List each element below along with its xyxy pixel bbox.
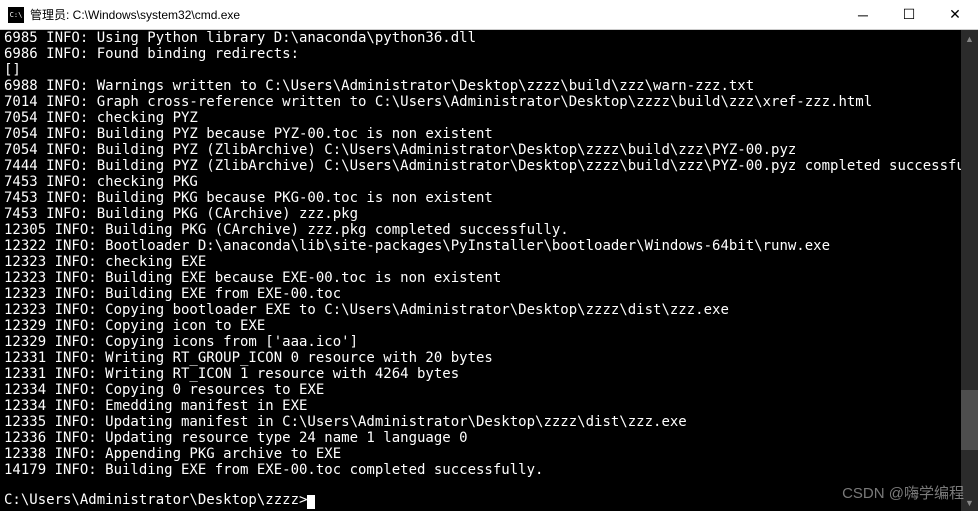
window-titlebar: 管理员: C:\Windows\system32\cmd.exe ─ ☐ ✕ bbox=[0, 0, 978, 30]
maximize-button[interactable]: ☐ bbox=[886, 0, 932, 30]
output-line: 12334 INFO: Emedding manifest in EXE bbox=[4, 398, 974, 414]
output-line: 12331 INFO: Writing RT_ICON 1 resource w… bbox=[4, 366, 974, 382]
output-line: 6986 INFO: Found binding redirects: bbox=[4, 46, 974, 62]
output-line: 7453 INFO: Building PKG because PKG-00.t… bbox=[4, 190, 974, 206]
output-line: 7054 INFO: Building PYZ because PYZ-00.t… bbox=[4, 126, 974, 142]
output-line: 12323 INFO: Building EXE from EXE-00.toc bbox=[4, 286, 974, 302]
output-line: 12329 INFO: Copying icon to EXE bbox=[4, 318, 974, 334]
output-line: 12335 INFO: Updating manifest in C:\User… bbox=[4, 414, 974, 430]
output-line: 12338 INFO: Appending PKG archive to EXE bbox=[4, 446, 974, 462]
output-line: 12331 INFO: Writing RT_GROUP_ICON 0 reso… bbox=[4, 350, 974, 366]
output-line: 12334 INFO: Copying 0 resources to EXE bbox=[4, 382, 974, 398]
vertical-scrollbar[interactable]: ▲ ▼ bbox=[961, 30, 978, 511]
scroll-down-button[interactable]: ▼ bbox=[961, 494, 978, 511]
output-line: 7014 INFO: Graph cross-reference written… bbox=[4, 94, 974, 110]
cmd-icon bbox=[8, 7, 24, 23]
output-line: 7453 INFO: checking PKG bbox=[4, 174, 974, 190]
close-button[interactable]: ✕ bbox=[932, 0, 978, 30]
output-line: 6988 INFO: Warnings written to C:\Users\… bbox=[4, 78, 974, 94]
terminal-output[interactable]: 6985 INFO: Using Python library D:\anaco… bbox=[0, 30, 978, 511]
output-line: 12323 INFO: Copying bootloader EXE to C:… bbox=[4, 302, 974, 318]
scroll-up-button[interactable]: ▲ bbox=[961, 30, 978, 47]
output-line: 12305 INFO: Building PKG (CArchive) zzz.… bbox=[4, 222, 974, 238]
cursor bbox=[307, 495, 315, 509]
minimize-button[interactable]: ─ bbox=[840, 0, 886, 30]
output-line: [] bbox=[4, 62, 974, 78]
output-line: 7054 INFO: checking PYZ bbox=[4, 110, 974, 126]
output-line: 7054 INFO: Building PYZ (ZlibArchive) C:… bbox=[4, 142, 974, 158]
window-title: 管理员: C:\Windows\system32\cmd.exe bbox=[30, 6, 240, 23]
output-line: 12322 INFO: Bootloader D:\anaconda\lib\s… bbox=[4, 238, 974, 254]
output-line: 7453 INFO: Building PKG (CArchive) zzz.p… bbox=[4, 206, 974, 222]
prompt-line[interactable]: C:\Users\Administrator\Desktop\zzzz> bbox=[4, 492, 974, 508]
prompt-text: C:\Users\Administrator\Desktop\zzzz> bbox=[4, 492, 307, 508]
output-line: 12323 INFO: checking EXE bbox=[4, 254, 974, 270]
output-line: 14179 INFO: Building EXE from EXE-00.toc… bbox=[4, 462, 974, 478]
output-line: 6985 INFO: Using Python library D:\anaco… bbox=[4, 30, 974, 46]
output-line: 12329 INFO: Copying icons from ['aaa.ico… bbox=[4, 334, 974, 350]
output-line: 7444 INFO: Building PYZ (ZlibArchive) C:… bbox=[4, 158, 974, 174]
output-line: 12323 INFO: Building EXE because EXE-00.… bbox=[4, 270, 974, 286]
output-line: 12336 INFO: Updating resource type 24 na… bbox=[4, 430, 974, 446]
scrollbar-thumb[interactable] bbox=[961, 390, 978, 450]
